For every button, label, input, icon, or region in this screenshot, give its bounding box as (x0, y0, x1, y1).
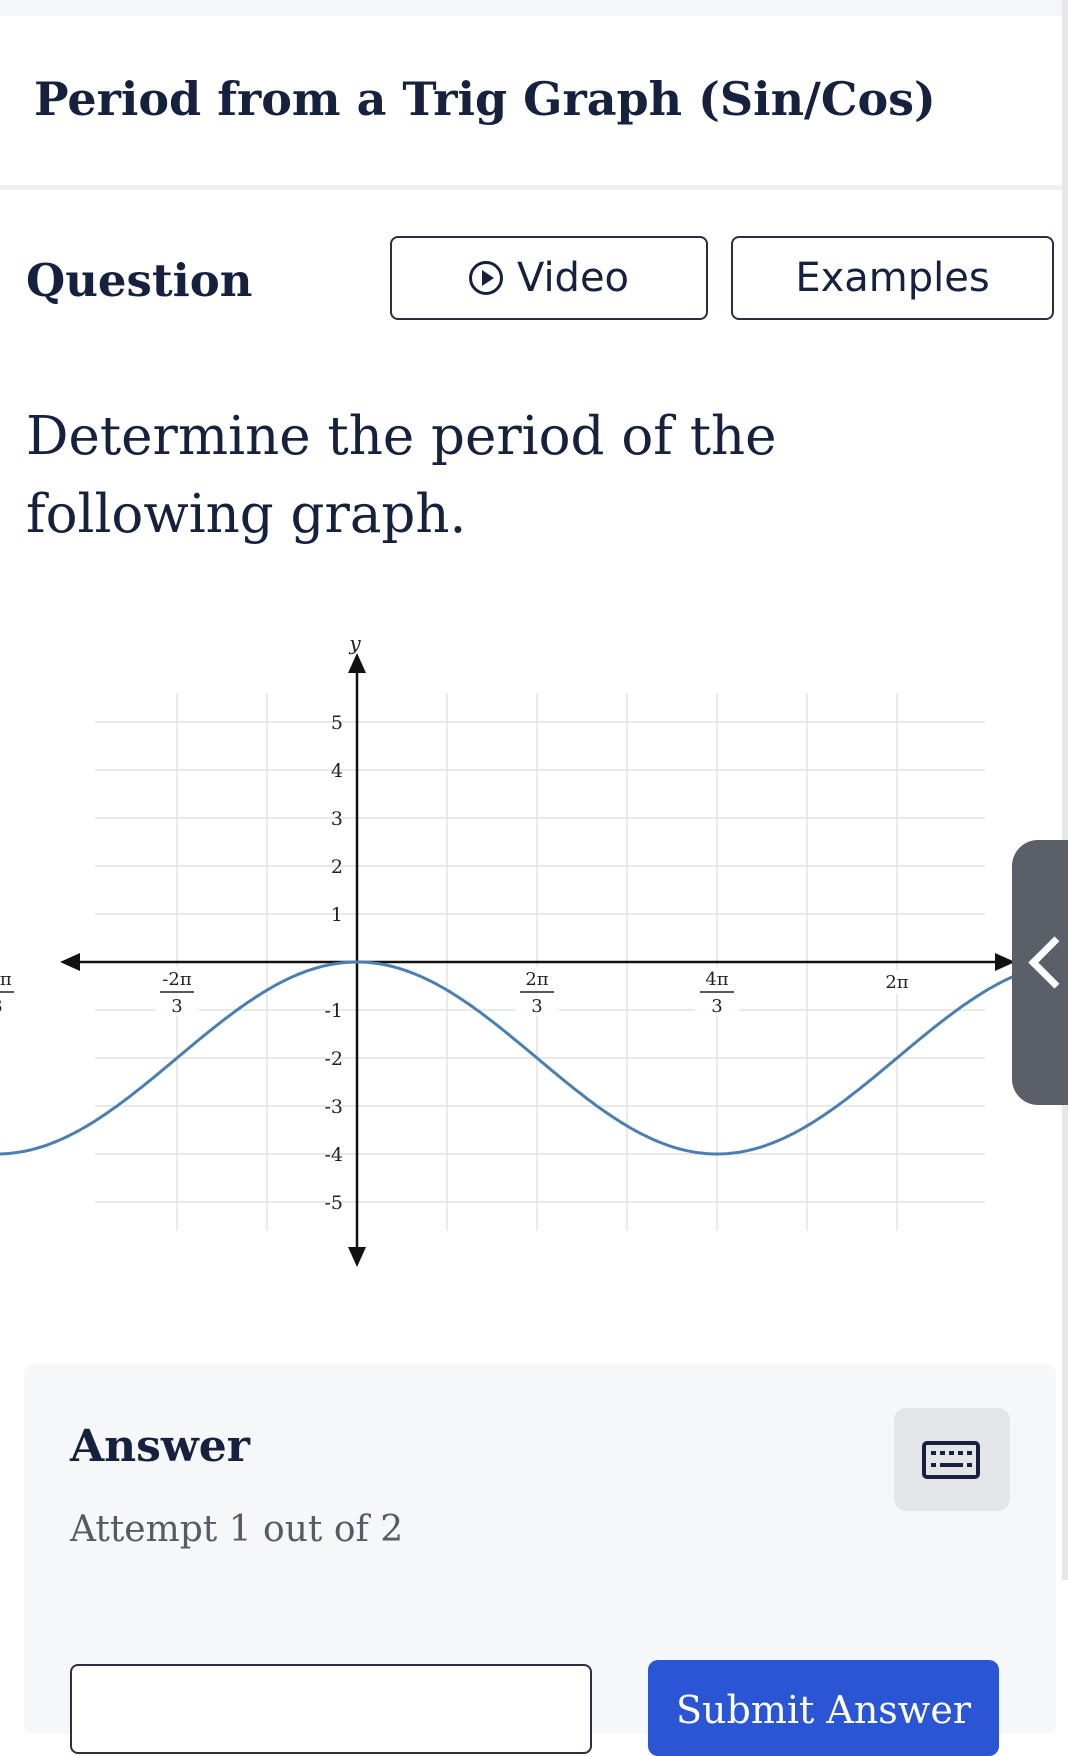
y-tick-label: 2 (331, 856, 343, 878)
x-tick-denominator: 3 (171, 996, 182, 1017)
x-tick-label: 2π (877, 970, 917, 994)
y-tick-label: -3 (324, 1096, 343, 1118)
submit-answer-label: Submit Answer (676, 1688, 971, 1732)
x-tick-numerator: -2π (162, 969, 192, 990)
y-tick-label: -4 (324, 1144, 343, 1166)
x-tick-numerator: -4π (0, 969, 12, 990)
y-tick-label: -2 (324, 1048, 343, 1070)
x-tick-denominator: 3 (711, 996, 722, 1017)
y-tick-label: 5 (331, 712, 343, 734)
x-tick-numerator: 4π (705, 969, 728, 990)
page-title: Period from a Trig Graph (Sin/Cos) (34, 72, 936, 126)
top-strip (0, 0, 1068, 16)
attempt-counter: Attempt 1 out of 2 (70, 1509, 404, 1550)
trig-graph: y54321-1-2-3-4-5-8π3-2π-4π3-2π32π34π32π8… (0, 631, 1068, 1267)
play-circle-icon (468, 261, 503, 295)
x-tick-whole: 2π (885, 972, 908, 993)
chevron-left-icon (1028, 936, 1068, 989)
examples-button-label: Examples (795, 255, 990, 301)
keyboard-icon (922, 1441, 980, 1479)
x-tick-label: 2π3 (515, 966, 560, 1017)
question-prompt: Determine the period of the following gr… (26, 406, 777, 545)
x-tick-denominator: 3 (0, 996, 3, 1017)
question-heading: Question (26, 254, 253, 307)
y-axis-label: y (348, 631, 361, 655)
answer-heading: Answer (70, 1421, 250, 1472)
graph-labels: y54321-1-2-3-4-5-8π3-2π-4π3-2π32π34π32π8… (0, 631, 1068, 1214)
video-button-label: Video (516, 255, 630, 301)
x-tick-numerator: 2π (525, 969, 548, 990)
header-divider (0, 185, 1068, 190)
x-axis-arrow-left (60, 953, 80, 971)
submit-answer-button[interactable]: Submit Answer (648, 1660, 999, 1756)
side-panel-toggle[interactable] (1012, 840, 1068, 1105)
keyboard-button[interactable] (894, 1408, 1010, 1511)
y-tick-label: 3 (331, 808, 343, 830)
y-tick-label: -5 (324, 1192, 343, 1214)
y-axis-arrow-down (348, 1247, 366, 1267)
video-button[interactable]: Video (390, 236, 708, 320)
y-tick-label: 4 (331, 760, 343, 782)
y-tick-label: -1 (324, 1000, 343, 1022)
y-tick-label: 1 (331, 904, 343, 926)
x-tick-label: 4π3 (694, 966, 739, 1017)
x-tick-denominator: 3 (531, 996, 542, 1017)
x-tick-label: -4π3 (0, 966, 20, 1017)
examples-button[interactable]: Examples (731, 236, 1054, 320)
x-tick-label: -2π3 (154, 966, 199, 1017)
answer-input[interactable] (70, 1664, 592, 1754)
y-axis-arrow-up (348, 653, 366, 673)
